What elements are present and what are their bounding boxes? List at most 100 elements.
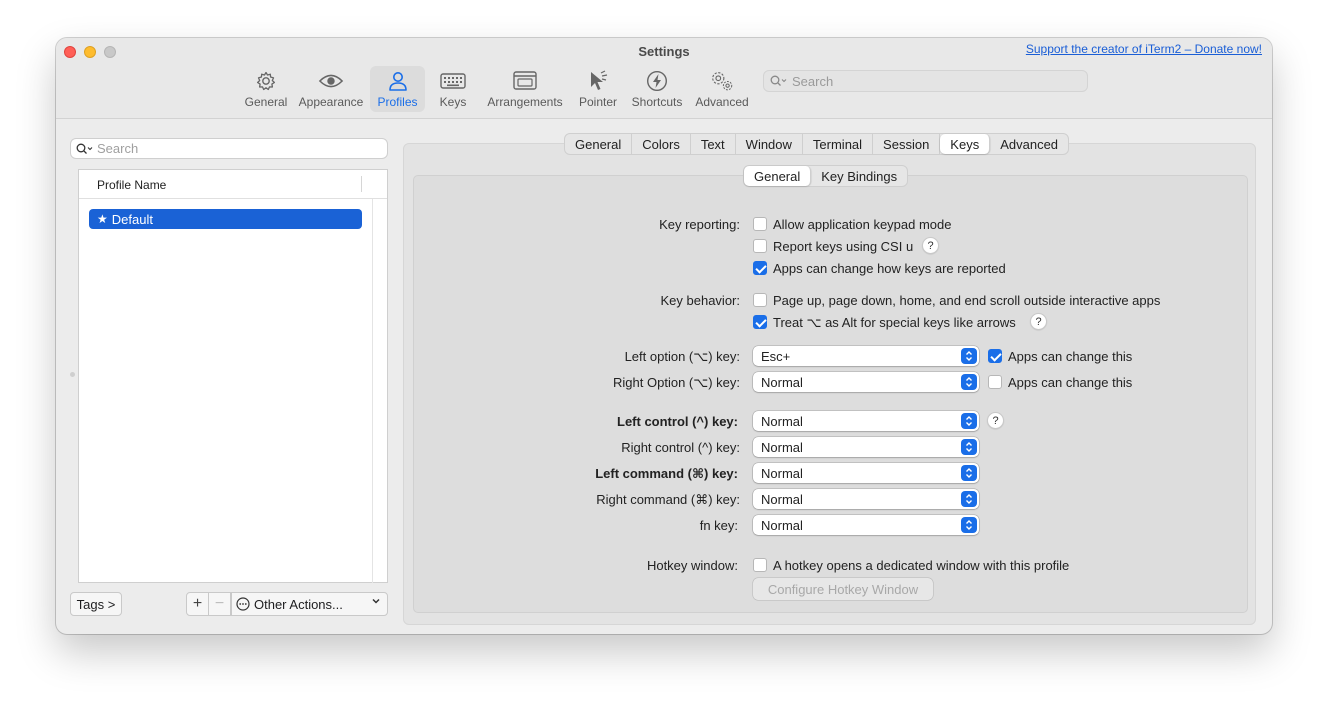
- toolbar-keys[interactable]: Keys: [429, 66, 477, 112]
- key-reporting-label: Key reporting:: [659, 217, 740, 232]
- tab-general[interactable]: General: [565, 134, 633, 154]
- apps-change-reporting-label: Apps can change how keys are reported: [773, 261, 1006, 276]
- toolbar-search-field[interactable]: Search: [763, 70, 1088, 92]
- treat-option-as-alt-checkbox[interactable]: [753, 315, 767, 329]
- hotkey-window-checkbox-label: A hotkey opens a dedicated window with t…: [773, 558, 1070, 573]
- eye-icon: [318, 69, 344, 93]
- toolbar-label: Arrangements: [487, 95, 563, 109]
- treat-option-as-alt-label: Treat ⌥ as Alt for special keys like arr…: [773, 315, 1016, 330]
- apps-change-reporting-checkbox[interactable]: [753, 261, 767, 275]
- titlebar: Settings Support the creator of iTerm2 –…: [56, 38, 1272, 119]
- person-icon: [385, 69, 411, 93]
- search-icon: [770, 75, 788, 87]
- up-down-chevron-icon: [961, 413, 977, 429]
- donate-link[interactable]: Support the creator of iTerm2 – Donate n…: [1026, 42, 1262, 56]
- toolbar-label: General: [244, 95, 288, 109]
- right-option-apps-change-label: Apps can change this: [1008, 375, 1133, 390]
- right-option-key-popup[interactable]: Normal: [753, 372, 979, 392]
- configure-hotkey-window-button[interactable]: Configure Hotkey Window: [753, 578, 933, 600]
- column-divider: [361, 176, 362, 192]
- up-down-chevron-icon: [961, 439, 977, 455]
- up-down-chevron-icon: [961, 491, 977, 507]
- toolbar-profiles[interactable]: Profiles: [370, 66, 425, 112]
- ellipsis-circle-icon: [236, 597, 250, 611]
- hotkey-window-checkbox[interactable]: [753, 558, 767, 572]
- table-divider: [372, 199, 373, 583]
- profile-table: Profile Name ★ Default: [78, 169, 388, 583]
- keyboard-icon: [440, 69, 466, 93]
- up-down-chevron-icon: [961, 348, 977, 364]
- toolbar-shortcuts[interactable]: Shortcuts: [629, 66, 685, 112]
- tags-button[interactable]: Tags >: [70, 592, 122, 616]
- fn-key-label: fn key:: [699, 518, 738, 533]
- toolbar-label: Pointer: [578, 95, 618, 109]
- popup-value: Normal: [761, 439, 803, 455]
- popup-value: Normal: [761, 517, 803, 533]
- fn-key-popup[interactable]: Normal: [753, 515, 979, 535]
- tab-advanced[interactable]: Advanced: [990, 134, 1068, 154]
- left-option-key-popup[interactable]: Esc+: [753, 346, 979, 366]
- tab-colors[interactable]: Colors: [632, 134, 691, 154]
- hotkey-window-label: Hotkey window:: [646, 558, 738, 573]
- add-profile-button[interactable]: +: [186, 592, 209, 616]
- up-down-chevron-icon: [961, 517, 977, 533]
- popup-value: Esc+: [761, 348, 791, 364]
- up-down-chevron-icon: [961, 465, 977, 481]
- toolbar-general[interactable]: General: [240, 66, 292, 112]
- right-control-key-label: Right control (^) key:: [621, 440, 740, 455]
- help-button-csi-u[interactable]: ?: [922, 237, 939, 254]
- right-command-key-label: Right command (⌘) key:: [596, 492, 740, 507]
- profile-name: Default: [111, 211, 153, 227]
- toolbar-appearance[interactable]: Appearance: [296, 66, 366, 112]
- popup-value: Normal: [761, 374, 803, 390]
- toolbar-label: Appearance: [298, 95, 364, 109]
- profile-search-placeholder: Search: [97, 141, 139, 156]
- report-csi-u-label: Report keys using CSI u: [773, 239, 914, 254]
- help-button-option-alt[interactable]: ?: [1030, 313, 1047, 330]
- right-option-key-label: Right Option (⌥) key:: [613, 375, 740, 390]
- tab-window[interactable]: Window: [736, 134, 803, 154]
- left-option-key-label: Left option (⌥) key:: [624, 349, 740, 364]
- tab-terminal[interactable]: Terminal: [803, 134, 874, 154]
- gears-icon: [709, 69, 735, 93]
- popup-value: Normal: [761, 413, 803, 429]
- page-keys-scroll-checkbox[interactable]: [753, 293, 767, 307]
- tab-text[interactable]: Text: [691, 134, 736, 154]
- keys-subtab-bar: General Key Bindings: [743, 165, 909, 187]
- other-actions-menu[interactable]: Other Actions...: [231, 592, 388, 616]
- popup-value: Normal: [761, 465, 803, 481]
- subtab-general[interactable]: General: [744, 166, 812, 186]
- subtab-key-bindings[interactable]: Key Bindings: [811, 166, 907, 186]
- help-button-left-control[interactable]: ?: [987, 412, 1004, 429]
- right-command-key-popup[interactable]: Normal: [753, 489, 979, 509]
- profile-tab-bar: General Colors Text Window Terminal Sess…: [564, 133, 1070, 155]
- tab-keys[interactable]: Keys: [940, 134, 991, 154]
- split-view-grip[interactable]: [70, 372, 75, 377]
- lightning-icon: [644, 69, 670, 93]
- remove-profile-button[interactable]: −: [209, 592, 231, 616]
- profile-row-default[interactable]: ★ Default: [89, 209, 362, 229]
- tab-session[interactable]: Session: [873, 134, 941, 154]
- settings-window: Settings Support the creator of iTerm2 –…: [56, 38, 1272, 634]
- right-option-apps-change-checkbox[interactable]: [988, 375, 1002, 389]
- left-control-key-label: Left control (^) key:: [617, 414, 738, 429]
- toolbar-label: Advanced: [695, 95, 749, 109]
- page-keys-scroll-label: Page up, page down, home, and end scroll…: [773, 293, 1161, 308]
- toolbar-advanced[interactable]: Advanced: [691, 66, 753, 112]
- right-control-key-popup[interactable]: Normal: [753, 437, 979, 457]
- star-icon: ★: [97, 212, 108, 226]
- left-control-key-popup[interactable]: Normal: [753, 411, 979, 431]
- left-option-apps-change-label: Apps can change this: [1008, 349, 1133, 364]
- left-option-apps-change-checkbox[interactable]: [988, 349, 1002, 363]
- toolbar-label: Keys: [439, 95, 467, 109]
- left-command-key-popup[interactable]: Normal: [753, 463, 979, 483]
- toolbar-arrangements[interactable]: Arrangements: [484, 66, 566, 112]
- up-down-chevron-icon: [961, 374, 977, 390]
- profile-search-field[interactable]: Search: [70, 138, 388, 159]
- toolbar-pointer[interactable]: Pointer: [572, 66, 624, 112]
- profile-table-header[interactable]: Profile Name: [79, 170, 387, 199]
- toolbar-search-placeholder: Search: [792, 73, 834, 89]
- allow-keypad-mode-checkbox[interactable]: [753, 217, 767, 231]
- report-csi-u-checkbox[interactable]: [753, 239, 767, 253]
- popup-value: Normal: [761, 491, 803, 507]
